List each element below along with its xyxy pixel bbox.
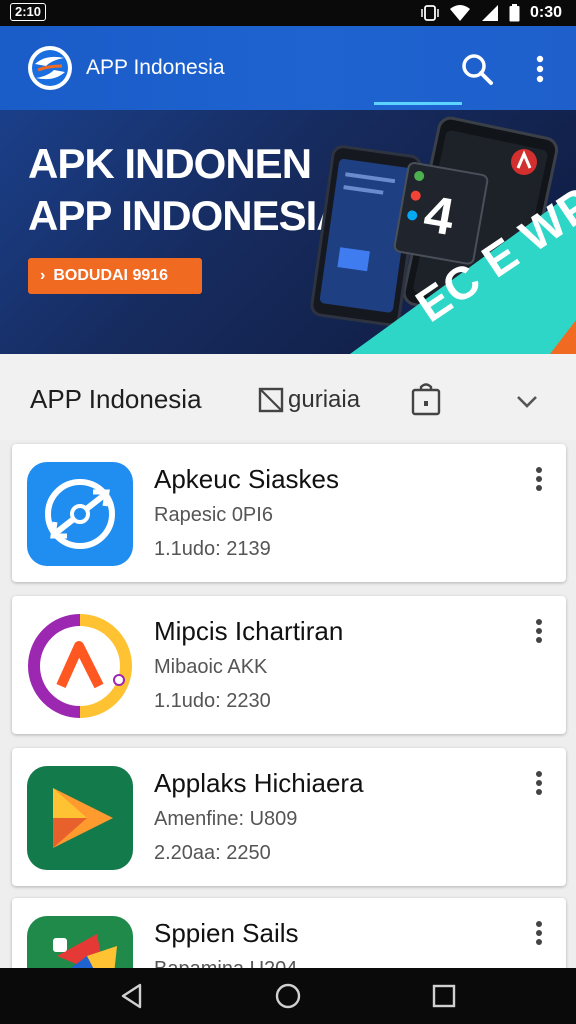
app-logo-icon bbox=[28, 46, 72, 90]
app-list-item[interactable]: Apkeuc Siaskes Rapesic 0PI6 1.1udo: 2139 bbox=[12, 444, 566, 582]
overflow-menu-icon[interactable] bbox=[526, 50, 554, 88]
battery-icon bbox=[509, 4, 520, 22]
banner-headline-2: APP INDONESIA bbox=[28, 192, 347, 239]
home-icon[interactable] bbox=[274, 982, 302, 1010]
app-title: APP Indonesia bbox=[86, 56, 225, 79]
gradient-ring-icon bbox=[28, 614, 132, 718]
app-name: Sppien Sails bbox=[154, 918, 299, 948]
filter-label: guriaia bbox=[288, 386, 361, 413]
app-meta: 1.1udo: 2230 bbox=[154, 690, 271, 712]
search-icon[interactable] bbox=[458, 50, 496, 88]
app-name: Applaks Hichiaera bbox=[154, 768, 364, 798]
status-time-badge: 2:10 bbox=[10, 3, 47, 21]
app-meta: 1.1udo: 2139 bbox=[154, 538, 271, 560]
system-nav-bar bbox=[0, 968, 576, 1024]
signal-icon bbox=[481, 5, 498, 21]
play-triangle-icon bbox=[27, 766, 133, 870]
status-bar: 2:10 0:30 bbox=[0, 0, 576, 26]
status-icons: 0:30 bbox=[421, 2, 562, 24]
app-list-item[interactable]: Applaks Hichiaera Amenfine: U809 2.20aa:… bbox=[12, 748, 566, 886]
vibrate-icon bbox=[421, 5, 439, 21]
image-frame-icon bbox=[258, 387, 284, 413]
overflow-menu-icon[interactable] bbox=[526, 916, 552, 950]
section-title: APP Indonesia bbox=[30, 384, 202, 414]
app-subtitle: Rapesic 0PI6 bbox=[154, 504, 273, 526]
overflow-menu-icon[interactable] bbox=[526, 766, 552, 800]
status-clock: 0:30 bbox=[529, 4, 562, 21]
chevron-right-icon: › bbox=[40, 267, 46, 284]
recents-icon[interactable] bbox=[430, 982, 458, 1010]
section-header: APP Indonesia guriaia bbox=[0, 354, 576, 440]
app-subtitle: Amenfine: U809 bbox=[154, 808, 298, 830]
tab-indicator bbox=[374, 102, 462, 105]
banner-cta-button[interactable]: › BODUDAI 9916 bbox=[28, 258, 202, 294]
overflow-menu-icon[interactable] bbox=[526, 614, 552, 648]
banner-headline-1: APK INDONEN bbox=[28, 140, 312, 187]
app-name: Mipcis Ichartiran bbox=[154, 616, 344, 646]
overflow-menu-icon[interactable] bbox=[526, 462, 552, 496]
app-list-item[interactable]: Mipcis Ichartiran Mibaoic AKK 1.1udo: 22… bbox=[12, 596, 566, 734]
shopping-bag-icon[interactable] bbox=[410, 382, 442, 416]
chevron-down-icon[interactable] bbox=[514, 388, 540, 414]
app-meta: 2.20aa: 2250 bbox=[154, 842, 271, 864]
wifi-icon bbox=[449, 5, 470, 21]
app-name: Apkeuc Siaskes bbox=[154, 464, 339, 494]
promo-banner[interactable]: APK INDONEN APP INDONESIA › BODUDAI 9916… bbox=[0, 110, 576, 354]
banner-cta-label: BODUDAI 9916 bbox=[53, 267, 169, 284]
back-icon[interactable] bbox=[118, 982, 146, 1010]
app-subtitle: Mibaoic AKK bbox=[154, 656, 268, 678]
app-bar: APP Indonesia bbox=[0, 26, 576, 110]
filter-button[interactable]: guriaia bbox=[258, 384, 360, 416]
compass-arrows-icon bbox=[27, 462, 133, 566]
